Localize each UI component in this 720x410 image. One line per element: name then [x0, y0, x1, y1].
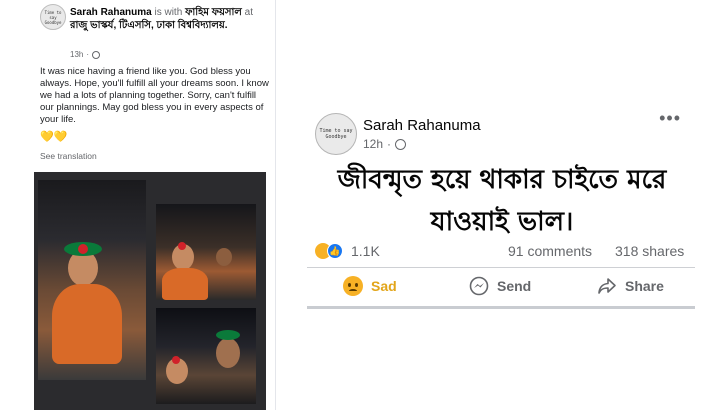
send-button[interactable]: Send	[469, 271, 531, 301]
dress	[52, 284, 122, 364]
share-label: Share	[625, 278, 664, 294]
avatar-caption: Time to say Goodbye	[44, 9, 62, 25]
photo-bottom-right[interactable]	[156, 308, 256, 404]
sad-button[interactable]: Sad	[343, 271, 397, 301]
like-reaction-icon: 👍	[327, 243, 343, 259]
messenger-icon	[469, 276, 489, 296]
reaction-icons[interactable]: 👍	[315, 243, 347, 259]
with-text: is with	[154, 7, 183, 18]
share-arrow-icon	[598, 278, 616, 294]
photo-top-right[interactable]	[156, 204, 256, 300]
globe-icon	[92, 50, 101, 59]
avatar-caption: Time to say Goodbye	[319, 128, 353, 140]
post-text: জীবন্মৃত হয়ে থাকার চাইতে মরে যাওয়াই ভা…	[317, 159, 687, 243]
flag-headband	[216, 330, 240, 340]
reaction-count[interactable]: 1.1K	[351, 243, 380, 259]
sad-label: Sad	[371, 278, 397, 294]
author-name[interactable]: Sarah Rahanuma	[363, 117, 481, 134]
flag-dot	[178, 242, 186, 250]
action-bar: Sad Send Share	[307, 271, 695, 301]
left-post: Time to say Goodbye Sarah Rahanuma is wi…	[30, 0, 276, 410]
post-meta: 12h ·	[363, 137, 407, 151]
post-stats: 👍 1.1K 91 comments 318 shares	[315, 241, 689, 261]
bottom-divider	[307, 306, 695, 309]
globe-icon	[395, 138, 407, 150]
post-text-line: জীবন্মৃত হয়ে থাকার চাইতে মরে	[337, 165, 667, 195]
dress	[162, 268, 208, 300]
more-options-icon[interactable]: •••	[659, 109, 681, 127]
author-name[interactable]: Sarah Rahanuma	[70, 7, 152, 18]
photo-collage	[34, 172, 266, 410]
author-avatar[interactable]: Time to say Goodbye	[315, 113, 357, 155]
sad-emoji-icon	[343, 276, 363, 296]
photo-main[interactable]	[38, 180, 146, 380]
post-text-line: যাওয়াই ভাল।	[430, 207, 574, 237]
shares-count[interactable]: 318 shares	[615, 243, 684, 259]
flag-dot	[172, 356, 180, 364]
post-header: Sarah Rahanuma is with ফাহিম ফয়সাল at র…	[70, 6, 270, 32]
see-translation-link[interactable]: See translation	[40, 151, 97, 161]
post-text: It was nice having a friend like you. Go…	[40, 66, 269, 125]
location-link[interactable]: রাজু ভাস্কর্য, টিএসসি, ঢাকা বিশ্ববিদ্যাল…	[70, 20, 228, 31]
right-post: Time to say Goodbye Sarah Rahanuma 12h ·…	[307, 101, 695, 309]
at-text: at	[244, 7, 253, 18]
tagged-friend[interactable]: ফাহিম ফয়সাল	[185, 7, 242, 18]
face	[216, 248, 232, 266]
comments-count[interactable]: 91 comments	[508, 243, 592, 259]
post-time[interactable]: 13h	[70, 50, 83, 59]
author-avatar[interactable]: Time to say Goodbye	[40, 4, 66, 30]
send-label: Send	[497, 278, 532, 294]
yellow-heart-emojis: 💛💛	[40, 131, 68, 143]
share-button[interactable]: Share	[597, 271, 664, 301]
flag-dot	[78, 244, 88, 254]
post-time[interactable]: 12h	[363, 137, 383, 151]
post-meta: 13h ·	[70, 50, 101, 59]
divider	[307, 267, 695, 268]
face	[216, 338, 240, 368]
